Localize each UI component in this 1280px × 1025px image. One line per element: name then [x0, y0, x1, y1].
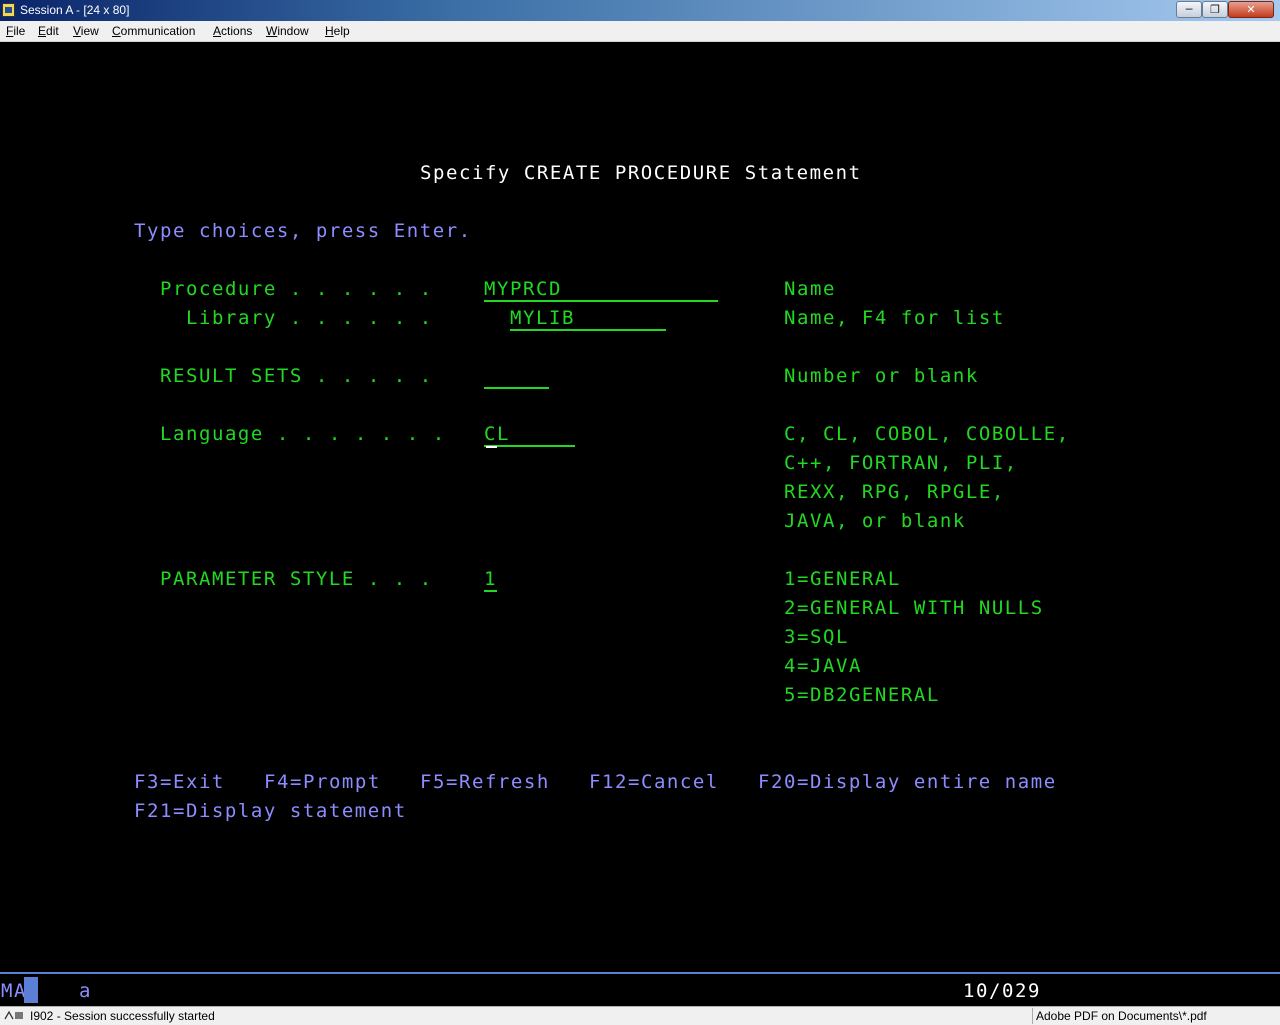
window-title: Session A - [24 x 80] [20, 3, 130, 17]
language-input[interactable]: CL [484, 423, 575, 447]
parameter-style-input[interactable]: 1 [484, 568, 497, 592]
fkey-f3-exit[interactable]: F3=Exit [134, 771, 225, 793]
library-label: Library . . . . . . [186, 307, 433, 329]
minimize-button[interactable]: ─ [1176, 1, 1202, 18]
fkey-f12-cancel[interactable]: F12=Cancel [589, 771, 719, 793]
parameter-style-option-2: 2=GENERAL WITH NULLS [784, 597, 1044, 619]
status-message: I902 - Session successfully started [30, 1009, 215, 1023]
menu-window[interactable]: Window [266, 24, 309, 38]
language-hint-1: C, CL, COBOL, COBOLLE, [784, 423, 1070, 445]
session-app-icon[interactable] [2, 3, 15, 17]
language-hint-3: REXX, RPG, RPGLE, [784, 481, 1005, 503]
parameter-style-option-1: 1=GENERAL [784, 568, 901, 590]
text-cursor [486, 446, 497, 448]
menu-view[interactable]: View [73, 24, 99, 38]
status-divider [1032, 1008, 1033, 1024]
library-input[interactable]: MYLIB [510, 307, 666, 331]
oia-cursor-block [24, 977, 38, 1003]
oia-indicator: a [79, 980, 92, 1002]
screen-heading: Specify CREATE PROCEDURE Statement [420, 162, 862, 184]
status-bar: I902 - Session successfully started Adob… [0, 1006, 1280, 1025]
menu-actions[interactable]: Actions [213, 24, 252, 38]
fkey-f4-prompt[interactable]: F4=Prompt [264, 771, 381, 793]
terminal-screen[interactable]: Specify CREATE PROCEDURE Statement Type … [0, 42, 1280, 972]
menu-communication[interactable]: Communication [112, 24, 195, 38]
printer-status: Adobe PDF on Documents\*.pdf [1036, 1009, 1207, 1023]
connection-icon [4, 1010, 23, 1020]
parameter-style-option-4: 4=JAVA [784, 655, 862, 677]
result-sets-hint: Number or blank [784, 365, 979, 387]
parameter-style-label: PARAMETER STYLE . . . [160, 568, 433, 590]
procedure-input[interactable]: MYPRCD [484, 278, 718, 302]
language-hint-2: C++, FORTRAN, PLI, [784, 452, 1018, 474]
cursor-position: 10/029 [963, 980, 1041, 1002]
menu-file[interactable]: File [6, 24, 25, 38]
result-sets-label: RESULT SETS . . . . . [160, 365, 433, 387]
menu-bar: File Edit View Communication Actions Win… [0, 21, 1280, 42]
menu-help[interactable]: Help [325, 24, 350, 38]
language-label: Language . . . . . . . [160, 423, 446, 445]
fkey-f20-display-entire-name[interactable]: F20=Display entire name [758, 771, 1057, 793]
language-hint-4: JAVA, or blank [784, 510, 966, 532]
procedure-hint: Name [784, 278, 836, 300]
maximize-button[interactable]: ❐ [1202, 1, 1228, 18]
operator-information-area: MA a 10/029 [0, 972, 1280, 1008]
parameter-style-option-5: 5=DB2GENERAL [784, 684, 940, 706]
fkey-f21-display-statement[interactable]: F21=Display statement [134, 800, 407, 822]
instruction-text: Type choices, press Enter. [134, 220, 472, 242]
title-bar: Session A - [24 x 80] ─ ❐ ✕ [0, 0, 1280, 21]
menu-edit[interactable]: Edit [38, 24, 59, 38]
parameter-style-option-3: 3=SQL [784, 626, 849, 648]
fkey-f5-refresh[interactable]: F5=Refresh [420, 771, 550, 793]
procedure-label: Procedure . . . . . . [160, 278, 433, 300]
library-hint: Name, F4 for list [784, 307, 1005, 329]
close-button[interactable]: ✕ [1228, 1, 1274, 18]
result-sets-input[interactable] [484, 365, 549, 389]
